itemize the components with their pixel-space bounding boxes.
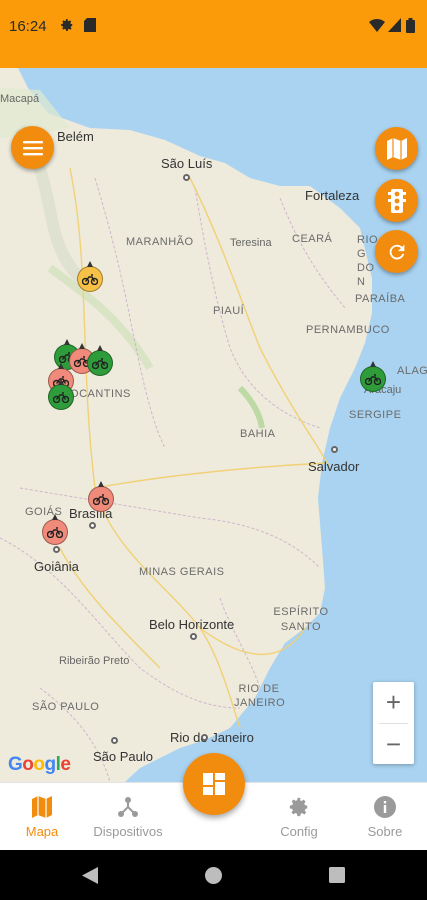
state-ceara: CEARÁ — [292, 233, 333, 245]
google-logo: Google — [8, 754, 71, 775]
gear-icon — [289, 797, 308, 816]
nav-label: Mapa — [25, 823, 59, 839]
city-goiania: Goiânia — [34, 559, 79, 574]
city-dot — [111, 737, 118, 744]
city-dot — [201, 734, 208, 741]
vehicle-marker[interactable] — [88, 481, 114, 512]
motorcycle-icon — [82, 274, 98, 285]
recents-icon[interactable] — [329, 867, 345, 883]
zoom-in-button[interactable]: + — [373, 682, 414, 723]
state-sao-paulo: SÃO PAULO — [32, 701, 100, 713]
city-salvador: Salvador — [308, 459, 360, 474]
map-icon — [32, 795, 52, 818]
city-teresina: Teresina — [230, 237, 272, 249]
traffic-button[interactable] — [375, 179, 418, 222]
city-belem: Belém — [57, 129, 94, 144]
zoom-out-button[interactable]: − — [373, 724, 414, 765]
map-icon — [386, 137, 407, 160]
city-sao-paulo: São Paulo — [93, 749, 153, 764]
city-belo-horizonte: Belo Horizonte — [149, 617, 235, 632]
menu-icon — [22, 140, 43, 155]
refresh-button[interactable] — [375, 230, 418, 273]
nav-label: Sobre — [367, 823, 403, 839]
state-sergipe: SERGIPE — [349, 409, 402, 421]
city-macapa: Macapá — [0, 93, 40, 105]
state-rio-de-janeiro: RIO DE JANEIRO — [234, 683, 286, 709]
city-sao-luis: São Luís — [161, 156, 213, 171]
state-pernambuco: PERNAMBUCO — [306, 324, 390, 336]
motorcycle-icon — [53, 392, 69, 403]
motorcycle-icon — [365, 374, 381, 385]
vehicle-marker[interactable] — [360, 361, 386, 392]
menu-button[interactable] — [11, 126, 54, 169]
wifi-icon — [369, 18, 385, 32]
nav-config[interactable]: Config — [272, 783, 326, 851]
vehicle-marker[interactable] — [48, 379, 74, 410]
state-alagoas: ALAG — [397, 365, 427, 377]
city-dot — [89, 522, 96, 529]
dashboard-button[interactable] — [183, 753, 245, 815]
state-maranhao: MARANHÃO — [126, 236, 194, 248]
zoom-controls: + − — [373, 682, 414, 764]
state-paraiba: PARAÍBA — [355, 293, 406, 305]
city-dot — [53, 546, 60, 553]
city-fortaleza: Fortaleza — [305, 188, 360, 203]
motorcycle-icon — [93, 494, 109, 505]
motorcycle-icon — [47, 527, 63, 538]
state-piaui: PIAUÍ — [213, 305, 245, 317]
devices-icon — [118, 796, 138, 817]
nav-dispositivos[interactable]: Dispositivos — [86, 783, 170, 851]
vehicle-marker[interactable] — [87, 345, 113, 376]
state-rio-grande-do-norte: RIO G DO N — [357, 234, 379, 288]
home-icon[interactable] — [205, 867, 222, 884]
back-icon[interactable] — [82, 867, 98, 884]
system-navigation-bar — [0, 850, 427, 900]
map-view[interactable]: Macapá Belém São Luís Fortaleza MARANHÃO… — [0, 68, 427, 782]
sd-card-icon — [84, 18, 96, 32]
settings-status-icon — [61, 19, 73, 31]
map-type-button[interactable] — [375, 127, 418, 170]
city-dot — [331, 446, 338, 453]
nav-label: Config — [280, 823, 318, 839]
state-minas-gerais: MINAS GERAIS — [139, 566, 225, 578]
refresh-icon — [389, 244, 404, 259]
signal-icon — [388, 18, 401, 32]
map-base — [0, 68, 427, 782]
city-dot — [190, 633, 197, 640]
battery-icon — [406, 18, 415, 33]
nav-mapa[interactable]: Mapa — [14, 783, 70, 851]
nav-label: Dispositivos — [93, 823, 163, 839]
status-time: 16:24 — [9, 18, 47, 35]
city-dot — [183, 174, 190, 181]
vehicle-marker[interactable] — [77, 261, 103, 292]
city-ribeirao-preto: Ribeirão Preto — [59, 655, 130, 667]
state-espirito-santo: ESPÍRITO SANTO — [273, 606, 329, 633]
vehicle-marker[interactable] — [42, 514, 68, 545]
status-bar: 16:24 — [0, 0, 427, 68]
city-rio-de-janeiro: Rio de Janeiro — [170, 730, 254, 745]
dashboard-icon — [203, 773, 225, 795]
nav-sobre[interactable]: Sobre — [359, 783, 411, 851]
motorcycle-icon — [92, 358, 108, 369]
info-icon — [374, 795, 396, 818]
state-bahia: BAHIA — [240, 428, 276, 440]
traffic-light-icon — [387, 188, 406, 213]
